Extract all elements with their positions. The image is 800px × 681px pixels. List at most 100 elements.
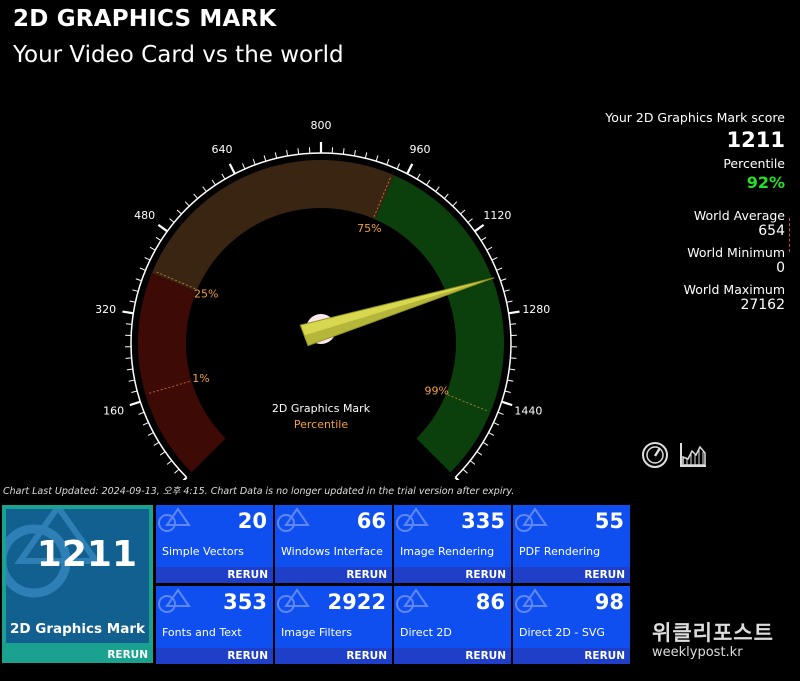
- minor-tick: [166, 460, 173, 465]
- subtest-tile[interactable]: 66 Windows Interface RERUN: [275, 505, 392, 583]
- minor-tick: [476, 451, 483, 456]
- subtest-tile[interactable]: 2922 Image Filters RERUN: [275, 586, 392, 664]
- subtest-tile[interactable]: 55 PDF Rendering RERUN: [513, 505, 630, 583]
- minor-tick: [211, 179, 216, 186]
- rerun-button[interactable]: RERUN: [465, 569, 506, 581]
- world-average-value: 654: [758, 223, 785, 239]
- minor-tick: [416, 173, 421, 180]
- percentile-marker-label: 25%: [194, 287, 218, 300]
- subtest-tile[interactable]: 20 Simple Vectors RERUN: [156, 505, 273, 583]
- shapes-icon: [396, 507, 429, 532]
- major-tick: [508, 310, 520, 315]
- minor-tick: [129, 300, 136, 303]
- minor-tick: [500, 278, 507, 282]
- subtest-tile[interactable]: 86 Direct 2D RERUN: [394, 586, 511, 664]
- gauge-center-label: 2D Graphics Mark: [272, 402, 371, 415]
- minor-tick: [159, 451, 166, 456]
- subtest-score: 98: [594, 590, 624, 614]
- subtest-tile[interactable]: 353 Fonts and Text RERUN: [156, 586, 273, 664]
- rerun-button[interactable]: RERUN: [346, 569, 387, 581]
- scale-label: 640: [212, 143, 233, 156]
- rerun-button[interactable]: RERUN: [465, 650, 506, 662]
- world-average-label: World Average: [693, 208, 785, 223]
- rerun-button[interactable]: RERUN: [107, 649, 148, 661]
- rerun-button[interactable]: RERUN: [584, 650, 625, 662]
- minor-tick: [504, 390, 511, 393]
- minor-tick: [241, 163, 246, 170]
- major-tick: [157, 223, 168, 233]
- minor-tick: [493, 422, 500, 426]
- rerun-button[interactable]: RERUN: [227, 569, 268, 581]
- rerun-button[interactable]: RERUN: [584, 569, 625, 581]
- major-tick: [122, 310, 134, 315]
- main-tile-body: 1211 2D Graphics Mark: [6, 509, 149, 643]
- major-tick: [129, 400, 141, 407]
- major-tick: [182, 476, 188, 480]
- world-minimum-label: World Minimum: [687, 245, 785, 260]
- subtest-tile[interactable]: 98 Direct 2D - SVG RERUN: [513, 586, 630, 664]
- minor-tick: [169, 218, 175, 223]
- shapes-icon: [158, 588, 191, 613]
- minor-tick: [221, 173, 226, 180]
- main-score-label: 2D Graphics Mark: [10, 621, 145, 637]
- minor-tick: [506, 300, 513, 303]
- side-divider: [789, 218, 791, 252]
- shapes-icon: [515, 588, 548, 613]
- subtest-score: 55: [594, 509, 624, 533]
- subtest-name: Image Rendering: [400, 545, 495, 558]
- major-tick: [474, 223, 485, 233]
- minor-tick: [452, 201, 458, 207]
- main-score-tile[interactable]: 1211 2D Graphics Mark RERUN: [2, 505, 153, 663]
- rerun-button[interactable]: RERUN: [227, 650, 268, 662]
- minor-tick: [126, 368, 133, 371]
- minor-tick: [153, 441, 160, 446]
- scale-label: 320: [95, 303, 116, 316]
- subtest-name: Image Filters: [281, 626, 352, 639]
- minor-tick: [144, 257, 151, 261]
- minor-tick: [469, 460, 476, 465]
- minor-tick: [174, 468, 180, 474]
- score-value: 1211: [726, 128, 785, 152]
- minor-tick: [274, 152, 278, 159]
- minor-tick: [462, 468, 468, 474]
- area-chart-icon[interactable]: [679, 441, 707, 469]
- shapes-icon: [396, 588, 429, 613]
- minor-tick: [342, 148, 345, 155]
- minor-tick: [507, 379, 514, 382]
- scale-label: 480: [134, 209, 155, 222]
- major-tick: [501, 400, 513, 407]
- percentile-marker-label: 99%: [424, 384, 448, 397]
- shapes-icon: [515, 507, 548, 532]
- rerun-button[interactable]: RERUN: [346, 650, 387, 662]
- score-stats: Your 2D Graphics Mark score 1211 Percent…: [545, 110, 785, 319]
- minor-tick: [353, 149, 356, 157]
- subtest-score: 66: [356, 509, 386, 533]
- subtest-score: 86: [475, 590, 505, 614]
- scale-label: 960: [409, 143, 430, 156]
- minor-tick: [444, 193, 449, 199]
- subtest-name: PDF Rendering: [519, 545, 601, 558]
- minor-tick: [509, 368, 516, 371]
- minor-tick: [128, 379, 135, 382]
- main-score-value: 1211: [36, 534, 137, 575]
- minor-tick: [297, 148, 300, 155]
- speedometer-icon[interactable]: [641, 441, 669, 469]
- subtest-name: Windows Interface: [281, 545, 383, 558]
- minor-tick: [375, 155, 379, 162]
- subtest-tile[interactable]: 335 Image Rendering RERUN: [394, 505, 511, 583]
- minor-tick: [482, 441, 489, 446]
- minor-tick: [139, 267, 146, 271]
- scale-label: 1440: [514, 404, 542, 417]
- minor-tick: [132, 289, 139, 292]
- world-minimum-value: 0: [776, 260, 785, 276]
- chart-update-note: Chart Last Updated: 2024-09-13, 오후 4:15.…: [3, 486, 515, 497]
- minor-tick: [503, 289, 510, 292]
- percentile-marker-label: 1%: [192, 372, 209, 385]
- minor-tick: [486, 246, 493, 251]
- shapes-icon: [277, 588, 310, 613]
- minor-tick: [184, 201, 190, 207]
- major-tick: [454, 476, 460, 480]
- percentile-marker-label: 75%: [357, 222, 381, 235]
- score-label: Your 2D Graphics Mark score: [605, 110, 785, 125]
- watermark-url: weeklypost.kr: [652, 645, 743, 660]
